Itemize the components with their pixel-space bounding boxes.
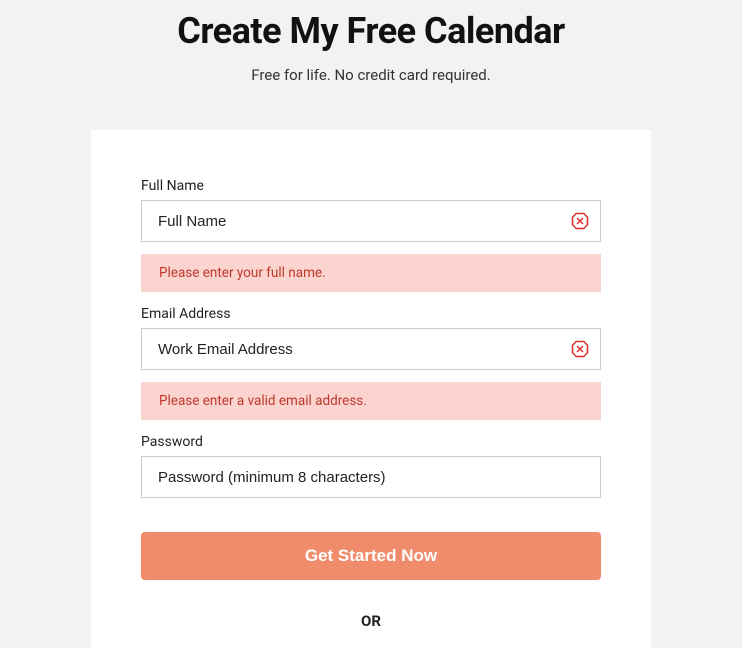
page-title: Create My Free Calendar bbox=[177, 10, 564, 52]
get-started-button[interactable]: Get Started Now bbox=[141, 532, 601, 580]
password-label: Password bbox=[141, 434, 601, 450]
error-icon bbox=[571, 340, 589, 358]
or-divider: OR bbox=[141, 612, 601, 630]
full-name-field: Full Name Please enter your full name. bbox=[141, 178, 601, 292]
password-input-wrap bbox=[141, 456, 601, 498]
email-input-wrap bbox=[141, 328, 601, 370]
error-icon bbox=[571, 212, 589, 230]
password-field: Password bbox=[141, 434, 601, 498]
full-name-input[interactable] bbox=[141, 200, 601, 242]
signup-page: Create My Free Calendar Free for life. N… bbox=[0, 0, 742, 648]
email-input[interactable] bbox=[141, 328, 601, 370]
signup-card: Full Name Please enter your full name. E… bbox=[91, 130, 651, 648]
full-name-label: Full Name bbox=[141, 178, 601, 194]
password-input[interactable] bbox=[141, 456, 601, 498]
email-error: Please enter a valid email address. bbox=[141, 382, 601, 420]
email-field: Email Address Please enter a valid email… bbox=[141, 306, 601, 420]
email-label: Email Address bbox=[141, 306, 601, 322]
page-subtitle: Free for life. No credit card required. bbox=[251, 66, 490, 84]
full-name-error: Please enter your full name. bbox=[141, 254, 601, 292]
full-name-input-wrap bbox=[141, 200, 601, 242]
